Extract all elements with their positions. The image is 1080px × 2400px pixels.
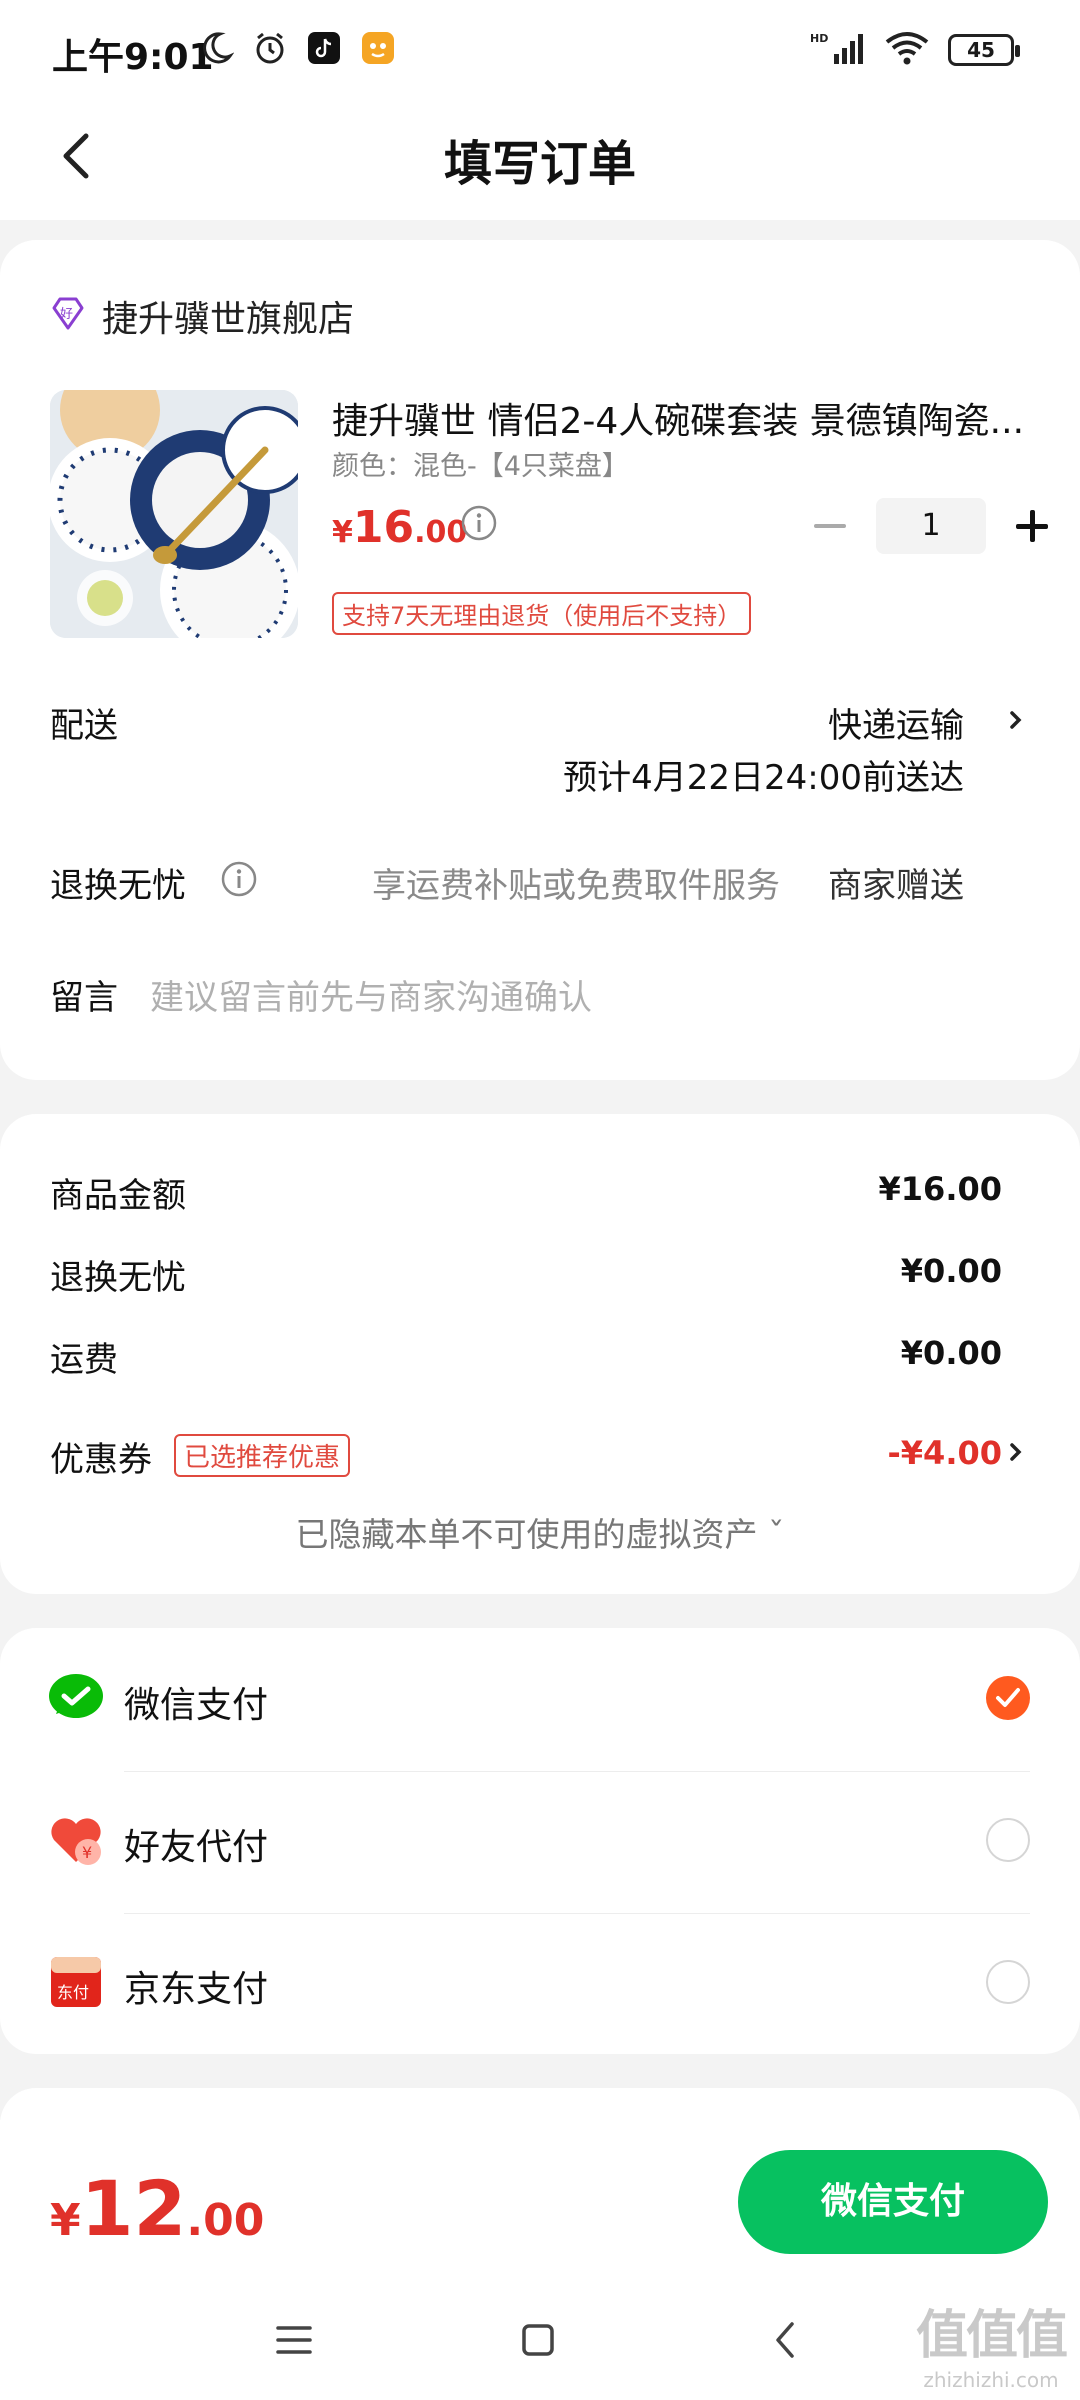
- exchange-label: 退换无忧: [50, 866, 186, 906]
- price-symbol: ¥: [332, 515, 353, 550]
- coupon-label[interactable]: 优惠券: [50, 1432, 152, 1481]
- status-time: 上午9:01: [52, 37, 214, 78]
- watermark-url: zhizhizhi.com: [923, 2368, 1059, 2392]
- svg-text:好: 好: [60, 307, 73, 322]
- decrease-quantity-button[interactable]: [810, 506, 850, 546]
- exchange-description: 享运费补贴或免费取件服务: [372, 866, 780, 906]
- payment-option-jd[interactable]: 东付 京东支付: [0, 1912, 1080, 2050]
- delivery-label: 配送: [50, 706, 118, 746]
- quantity-stepper: 1: [810, 498, 1052, 554]
- app-notification-icon: [360, 30, 396, 66]
- shipping-fee-label: 运费: [50, 1340, 118, 1380]
- payment-option-friend[interactable]: ¥ 好友代付: [0, 1770, 1080, 1908]
- alarm-icon: [252, 30, 288, 66]
- message-input[interactable]: 建议留言前先与商家沟通确认: [150, 970, 592, 1019]
- increase-quantity-button[interactable]: [1012, 506, 1052, 546]
- product-title[interactable]: 捷升骥世 情侣2-4人碗碟套装 景德镇陶瓷...: [332, 392, 1032, 444]
- jd-icon-text: 东付: [57, 1983, 89, 2002]
- home-nav-button[interactable]: [508, 2310, 568, 2370]
- chevron-right-icon[interactable]: [1002, 706, 1030, 734]
- page-header: 填写订单: [0, 100, 1080, 220]
- wechat-pay-icon: [48, 1670, 104, 1726]
- order-store-card: 好 捷升骥世旗舰店 捷升骥世 情侣2-4人碗碟套装 景德镇陶瓷... 颜色：混色…: [0, 240, 1080, 1080]
- watermark: 值值值 zhizhizhi.com: [915, 2293, 1068, 2392]
- back-nav-button[interactable]: [756, 2310, 816, 2370]
- payment-radio[interactable]: [986, 1818, 1030, 1862]
- delivery-mode[interactable]: 快递运输: [828, 698, 964, 747]
- exchange-gift: 商家赠送: [828, 866, 964, 906]
- menu-nav-button[interactable]: [264, 2310, 324, 2370]
- product-spec[interactable]: 颜色：混色-【4只菜盘】: [332, 444, 629, 483]
- jd-pay-icon: 东付: [48, 1954, 104, 2010]
- store-header[interactable]: 好 捷升骥世旗舰店: [48, 290, 354, 342]
- hidden-assets-toggle[interactable]: 已隐藏本单不可使用的虚拟资产 ˇ: [0, 1508, 1080, 1556]
- pay-button[interactable]: 微信支付: [738, 2150, 1048, 2254]
- product-image[interactable]: [50, 390, 298, 638]
- payment-radio[interactable]: [986, 1960, 1030, 2004]
- page-title: 填写订单: [443, 136, 636, 192]
- total-price: ¥ 12 .00: [50, 2164, 264, 2253]
- total-integer: 12: [80, 2164, 187, 2253]
- battery-indicator: 45: [948, 34, 1020, 66]
- exchange-fee-label: 退换无忧: [50, 1258, 186, 1298]
- signal-icon: HD: [810, 30, 866, 70]
- svg-text:¥: ¥: [82, 1843, 92, 1862]
- moon-icon: [198, 30, 235, 66]
- watermark-logo: 值值值: [915, 2306, 1068, 2366]
- status-system-icons: HD 45: [810, 30, 1020, 70]
- coupon-tag: 已选推荐优惠: [174, 1434, 351, 1477]
- goods-amount-label: 商品金额: [50, 1176, 186, 1216]
- price-integer: 16: [352, 502, 415, 553]
- total-decimal: .00: [186, 2195, 265, 2246]
- goods-amount-value: ¥16.00: [878, 1170, 1002, 1208]
- tiktok-icon: [306, 30, 342, 66]
- checkout-bar: ¥ 12 .00 微信支付: [0, 2120, 1080, 2280]
- status-bar: 上午9:01 HD 45: [0, 0, 1080, 100]
- order-amount-card: 商品金额 ¥16.00 退换无忧 ¥0.00 运费 ¥0.00 优惠券 已选推荐…: [0, 1114, 1080, 1594]
- friend-pay-icon: ¥: [48, 1812, 104, 1868]
- delivery-estimate: 预计4月22日24:00前送达: [563, 758, 964, 798]
- payment-option-wechat[interactable]: 微信支付: [0, 1628, 1080, 1766]
- payment-label: 京东支付: [124, 1969, 269, 2010]
- chevron-right-icon[interactable]: [1002, 1438, 1030, 1466]
- wifi-icon: [884, 30, 930, 70]
- svg-text:HD: HD: [810, 32, 828, 45]
- return-policy-tag: 支持7天无理由退货（使用后不支持）: [332, 592, 752, 635]
- payment-radio-selected[interactable]: [986, 1676, 1030, 1720]
- coupon-value[interactable]: -¥4.00: [888, 1434, 1003, 1472]
- system-navigation-bar: 值值值 zhizhizhi.com: [0, 2280, 1080, 2400]
- status-notification-icons: [198, 30, 396, 66]
- message-label: 留言: [50, 978, 118, 1018]
- store-badge-icon: 好: [48, 294, 88, 338]
- payment-method-card: 微信支付 ¥ 好友代付 东付 京东支付: [0, 1628, 1080, 2054]
- product-price: ¥ 16 .00: [332, 502, 467, 553]
- exchange-info-icon[interactable]: [220, 860, 258, 898]
- price-info-icon[interactable]: [460, 504, 498, 542]
- shipping-fee-value: ¥0.00: [900, 1334, 1002, 1372]
- total-symbol: ¥: [50, 2195, 81, 2246]
- exchange-fee-value: ¥0.00: [900, 1252, 1002, 1290]
- quantity-value[interactable]: 1: [876, 498, 986, 554]
- payment-label: 好友代付: [124, 1827, 269, 1868]
- payment-label: 微信支付: [124, 1685, 269, 1726]
- store-name: 捷升骥世旗舰店: [102, 299, 355, 340]
